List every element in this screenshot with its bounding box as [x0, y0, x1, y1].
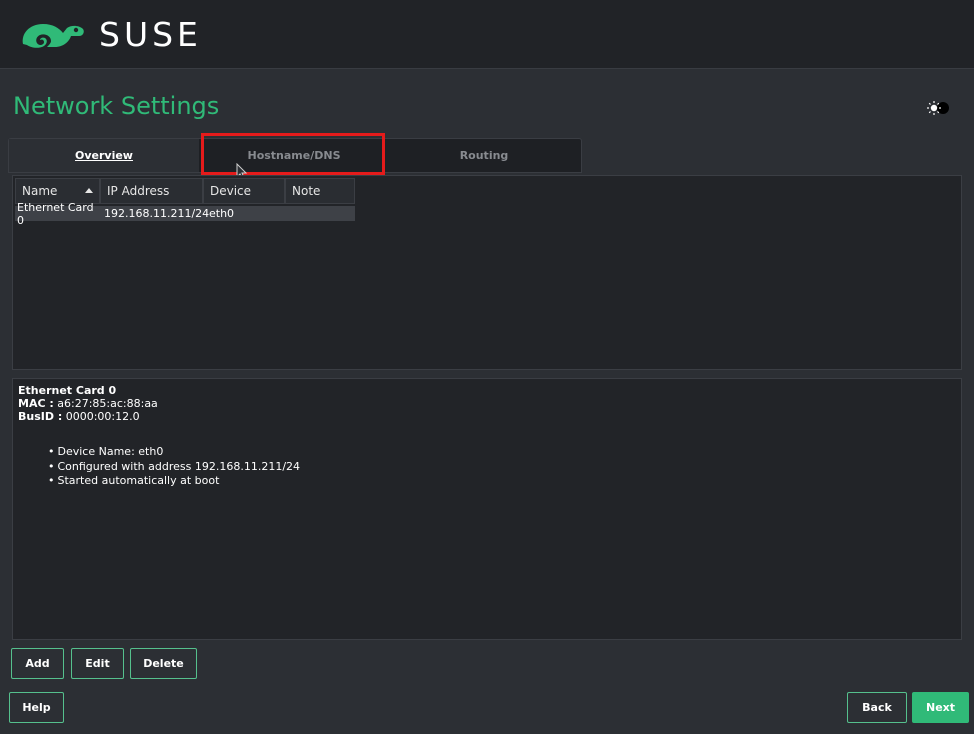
mac-label: MAC : — [18, 397, 54, 410]
help-button[interactable]: Help — [9, 692, 64, 723]
list-item: Device Name: eth0 — [48, 445, 961, 460]
interfaces-table: Name IP Address Device Note Ethernet Car… — [12, 175, 962, 370]
edit-button[interactable]: Edit — [71, 648, 124, 679]
tab-overview[interactable]: Overview — [9, 139, 199, 172]
details-panel: Ethernet Card 0 MAC : a6:27:85:ac:88:aa … — [12, 378, 962, 640]
column-header-note[interactable]: Note — [285, 178, 355, 204]
add-button[interactable]: Add — [11, 648, 64, 679]
sort-ascending-icon — [85, 188, 93, 193]
suse-chameleon-icon — [22, 24, 84, 48]
column-header-ip[interactable]: IP Address — [100, 178, 203, 204]
delete-button[interactable]: Delete — [130, 648, 197, 679]
logo-text: SUSE — [99, 14, 202, 54]
suse-logo: SUSE — [19, 14, 202, 54]
page-title: Network Settings — [13, 92, 220, 120]
cell-ip: 192.168.11.211/24 — [104, 207, 210, 220]
busid-label: BusID : — [18, 410, 63, 423]
mac-value: a6:27:85:ac:88:aa — [57, 397, 158, 410]
column-header-label: Name — [22, 184, 58, 198]
cell-device: eth0 — [209, 207, 235, 220]
details-title: Ethernet Card 0 — [18, 384, 117, 397]
tab-routing[interactable]: Routing — [389, 139, 579, 172]
list-item: Started automatically at boot — [48, 474, 961, 489]
cell-name: Ethernet Card 0 — [17, 200, 94, 227]
theme-toggle-icon[interactable] — [926, 100, 950, 116]
details-list: Device Name: eth0 Configured with addres… — [48, 445, 961, 489]
highlight-annotation — [201, 133, 385, 175]
back-button[interactable]: Back — [847, 692, 907, 723]
list-item: Configured with address 192.168.11.211/2… — [48, 460, 961, 475]
next-button[interactable]: Next — [912, 692, 969, 723]
busid-value: 0000:00:12.0 — [65, 410, 140, 423]
table-row[interactable]: Ethernet Card 0 192.168.11.211/24 eth0 — [15, 201, 355, 227]
column-header-device[interactable]: Device — [203, 178, 285, 204]
header-bar: SUSE — [0, 0, 974, 69]
